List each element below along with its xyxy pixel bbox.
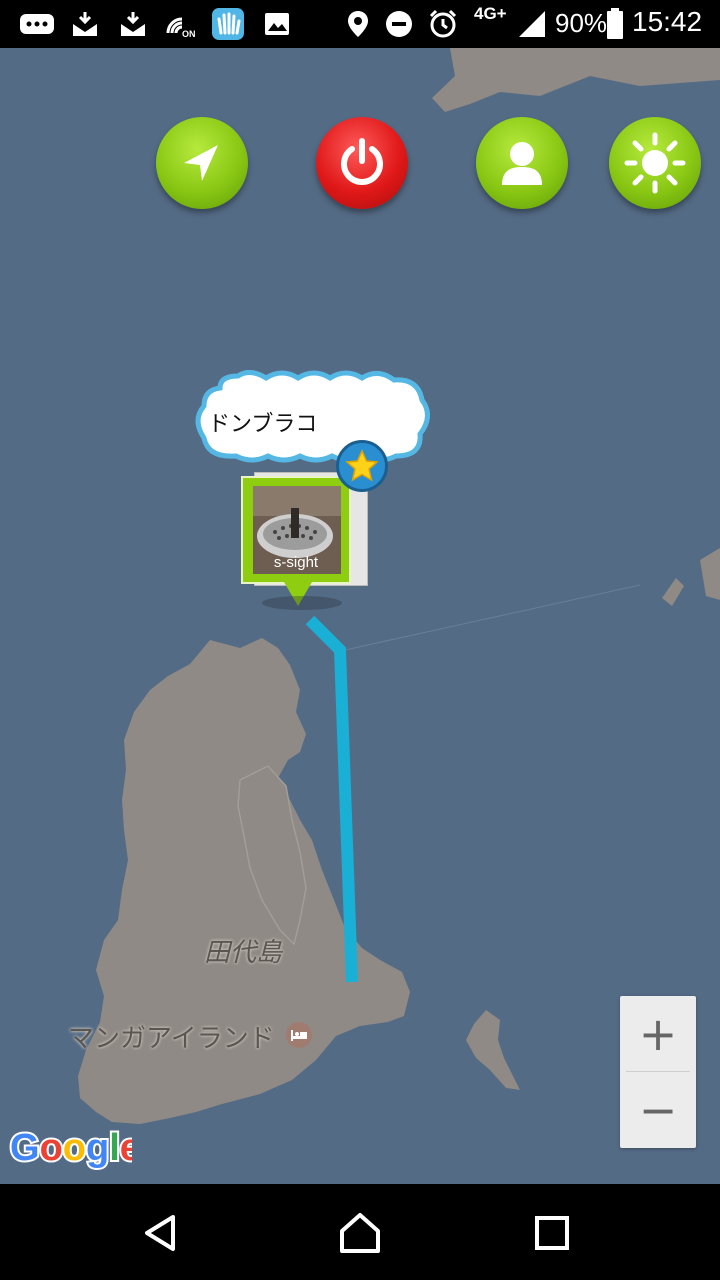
place-label[interactable]: マンガアイランド [68,1018,275,1055]
zoom-in-button[interactable]: + [620,996,696,1071]
sun-icon [624,132,686,194]
mail-download-icon [70,8,100,40]
marker-shadow [262,596,342,610]
person-icon [502,142,542,185]
marker-title: ドンブラコ [208,412,318,437]
google-logo: Google [8,1125,132,1170]
do-not-disturb-icon [384,8,414,40]
zoom-controls: + − [620,996,696,1148]
mail-download-icon [118,8,148,40]
recents-button[interactable] [527,1208,577,1258]
hotel-icon[interactable] [286,1022,312,1048]
navigate-button[interactable] [156,117,248,209]
brightness-button[interactable] [609,117,701,209]
map-view[interactable]: ドンブラコ s-sight 田代島 マンガアイランド Google + − [0,48,720,1184]
photo-marker[interactable]: s-sight [241,476,351,584]
battery-percent: 90% [555,8,608,38]
profile-button[interactable] [476,117,568,209]
back-icon [145,1215,175,1251]
clock: 15:42 [632,6,703,37]
navigation-bar [0,1184,720,1280]
nfc-icon: ON [164,8,198,40]
alarm-icon [426,8,460,40]
home-icon [340,1213,380,1253]
favorite-badge[interactable] [336,440,388,492]
battery-icon [604,8,626,40]
svg-text:Google: Google [10,1127,132,1169]
signal-icon [516,8,548,40]
island-label: 田代島 [204,938,283,968]
hi-app-icon [211,8,245,40]
home-button[interactable] [335,1208,385,1258]
back-button[interactable] [136,1208,186,1258]
power-button[interactable] [316,117,408,209]
status-bar: ON 4G+ 90% 15:42 [0,0,720,48]
location-icon [344,8,372,40]
network-type: 4G+ [474,4,507,23]
svg-text:ON: ON [182,29,196,39]
zoom-out-button[interactable]: − [620,1072,696,1147]
message-icon [18,8,56,40]
recents-icon [535,1216,569,1250]
star-icon [345,449,379,482]
navigation-arrow-icon [184,145,218,181]
photo-label: s-sight [273,554,319,571]
image-icon [262,8,292,40]
map-canvas [0,48,720,1184]
power-icon [341,138,383,185]
